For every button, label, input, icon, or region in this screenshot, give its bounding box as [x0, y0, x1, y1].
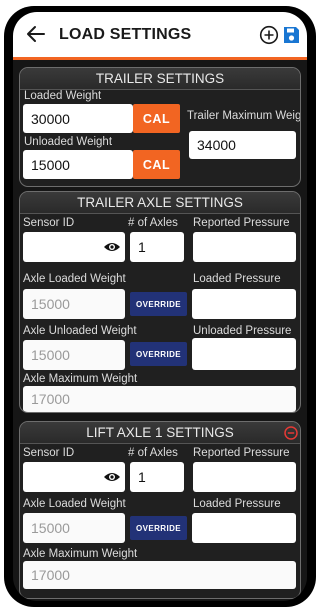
- lift-num-axles-label: # of Axles: [128, 447, 178, 459]
- lift-loaded-pressure-label: Loaded Pressure: [193, 498, 281, 510]
- loaded-pressure-label: Loaded Pressure: [193, 273, 281, 285]
- axle-unloaded-weight-label: Axle Unloaded Weight: [23, 325, 137, 337]
- lift-reported-pressure-input[interactable]: [193, 462, 296, 492]
- trailer-axle-settings-title: TRAILER AXLE SETTINGS: [20, 192, 300, 214]
- trailer-axle-settings-section: TRAILER AXLE SETTINGS Sensor ID # of Axl…: [19, 191, 301, 413]
- axle-unloaded-weight-input[interactable]: 15000: [23, 340, 125, 370]
- num-axles-label: # of Axles: [128, 217, 178, 229]
- axle-max-weight-input[interactable]: 17000: [23, 386, 296, 412]
- unloaded-weight-cal-button[interactable]: CAL: [133, 150, 180, 179]
- loaded-pressure-input[interactable]: [192, 289, 296, 319]
- minus-circle-icon[interactable]: [284, 426, 298, 440]
- loaded-weight-label: Loaded Weight: [24, 90, 102, 102]
- lift-reported-pressure-label: Reported Pressure: [193, 447, 290, 459]
- num-axles-input[interactable]: 1: [130, 232, 184, 262]
- unloaded-weight-label: Unloaded Weight: [24, 136, 113, 148]
- lift-sensor-id-label: Sensor ID: [23, 447, 75, 459]
- sensor-id-label: Sensor ID: [23, 217, 75, 229]
- back-arrow-icon[interactable]: [25, 23, 47, 45]
- plus-circle-icon[interactable]: [259, 25, 279, 45]
- trailer-max-weight-label: Trailer Maximum Weight: [187, 110, 301, 122]
- eye-icon[interactable]: [103, 241, 121, 253]
- lift-axle-1-settings-section: LIFT AXLE 1 SETTINGS Sensor ID # of Axle…: [19, 421, 301, 599]
- axle-max-weight-label: Axle Maximum Weight: [23, 373, 138, 385]
- phone-frame: LOAD SETTINGS TRAILER SETTINGS Loaded We…: [4, 6, 316, 607]
- trailer-settings-section: TRAILER SETTINGS Loaded Weight 30000 CAL…: [19, 67, 301, 187]
- page-title: LOAD SETTINGS: [59, 26, 192, 43]
- axle-loaded-weight-input[interactable]: 15000: [23, 289, 125, 319]
- app-bar: LOAD SETTINGS: [13, 12, 307, 60]
- loaded-weight-input[interactable]: 30000: [23, 104, 133, 133]
- lift-axle-1-settings-title: LIFT AXLE 1 SETTINGS: [20, 422, 300, 444]
- floppy-disk-icon[interactable]: [283, 26, 300, 44]
- unloaded-pressure-input[interactable]: [192, 338, 296, 370]
- app-screen: LOAD SETTINGS TRAILER SETTINGS Loaded We…: [13, 12, 307, 601]
- lift-axle-loaded-weight-input[interactable]: 15000: [23, 513, 125, 543]
- lift-axle-max-weight-input[interactable]: 17000: [23, 561, 296, 589]
- lift-num-axles-input[interactable]: 1: [130, 462, 184, 492]
- lift-loaded-weight-override-button[interactable]: OVERRIDE: [130, 516, 187, 540]
- trailer-max-weight-input[interactable]: 34000: [189, 131, 296, 159]
- axle-loaded-weight-label: Axle Loaded Weight: [23, 273, 126, 285]
- lift-loaded-pressure-input[interactable]: [192, 513, 296, 543]
- lift-axle-loaded-weight-label: Axle Loaded Weight: [23, 498, 126, 510]
- loaded-weight-cal-button[interactable]: CAL: [133, 104, 180, 133]
- trailer-settings-title: TRAILER SETTINGS: [20, 68, 300, 90]
- unloaded-weight-override-button[interactable]: OVERRIDE: [130, 342, 187, 366]
- lift-axle-max-weight-label: Axle Maximum Weight: [23, 548, 138, 560]
- loaded-weight-override-button[interactable]: OVERRIDE: [130, 292, 187, 316]
- reported-pressure-input[interactable]: [193, 232, 296, 262]
- eye-icon[interactable]: [103, 471, 121, 483]
- reported-pressure-label: Reported Pressure: [193, 217, 290, 229]
- unloaded-pressure-label: Unloaded Pressure: [193, 325, 292, 337]
- unloaded-weight-input[interactable]: 15000: [23, 150, 133, 179]
